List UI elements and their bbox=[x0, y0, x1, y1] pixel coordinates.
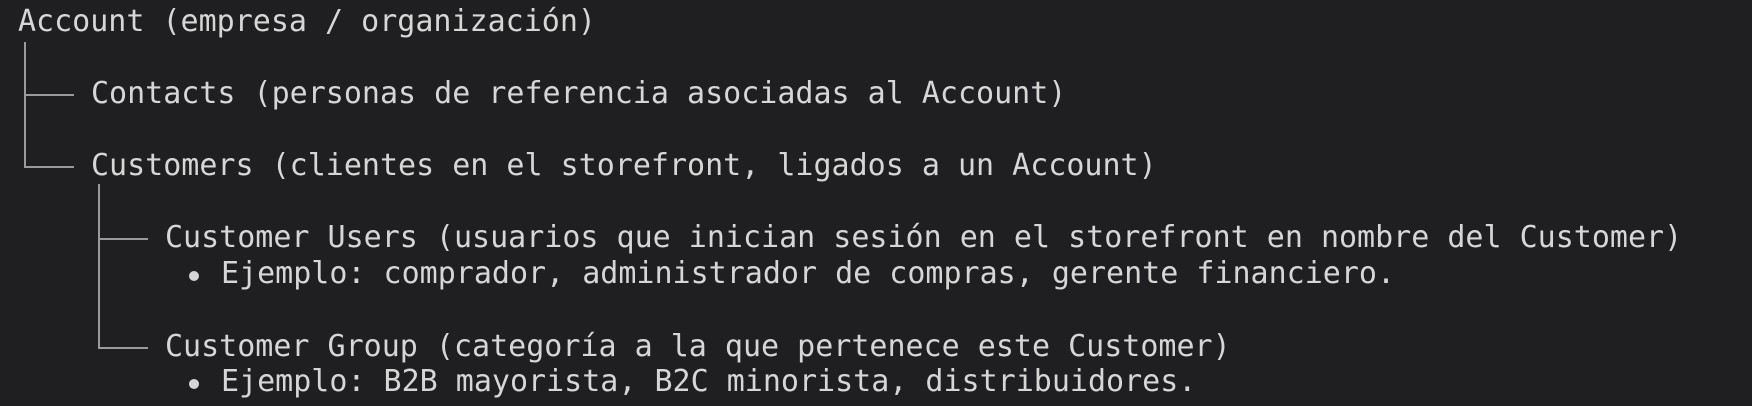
child-node-customers: Customers (clientes en el storefront, li… bbox=[91, 148, 1157, 183]
tree-diagram: Account (empresa / organización) Contact… bbox=[0, 0, 1752, 406]
customers-vertical-connector bbox=[98, 184, 100, 349]
customer-group-bullet bbox=[189, 379, 199, 389]
customer-group-example: Ejemplo: B2B mayorista, B2C minorista, d… bbox=[221, 364, 1197, 399]
customers-branch-connector bbox=[24, 166, 74, 168]
grandchild-node-customer-users: Customer Users (usuarios que inician ses… bbox=[165, 220, 1683, 255]
root-node-account: Account (empresa / organización) bbox=[18, 4, 596, 39]
root-vertical-connector bbox=[24, 42, 26, 167]
customer-users-example: Ejemplo: comprador, administrador de com… bbox=[221, 256, 1395, 291]
customer-users-branch-connector bbox=[98, 238, 148, 240]
customer-group-branch-connector bbox=[98, 347, 148, 349]
child-node-contacts: Contacts (personas de referencia asociad… bbox=[91, 76, 1067, 111]
contacts-branch-connector bbox=[24, 94, 74, 96]
grandchild-node-customer-group: Customer Group (categoría a la que perte… bbox=[165, 329, 1231, 364]
customer-users-bullet bbox=[189, 271, 199, 281]
